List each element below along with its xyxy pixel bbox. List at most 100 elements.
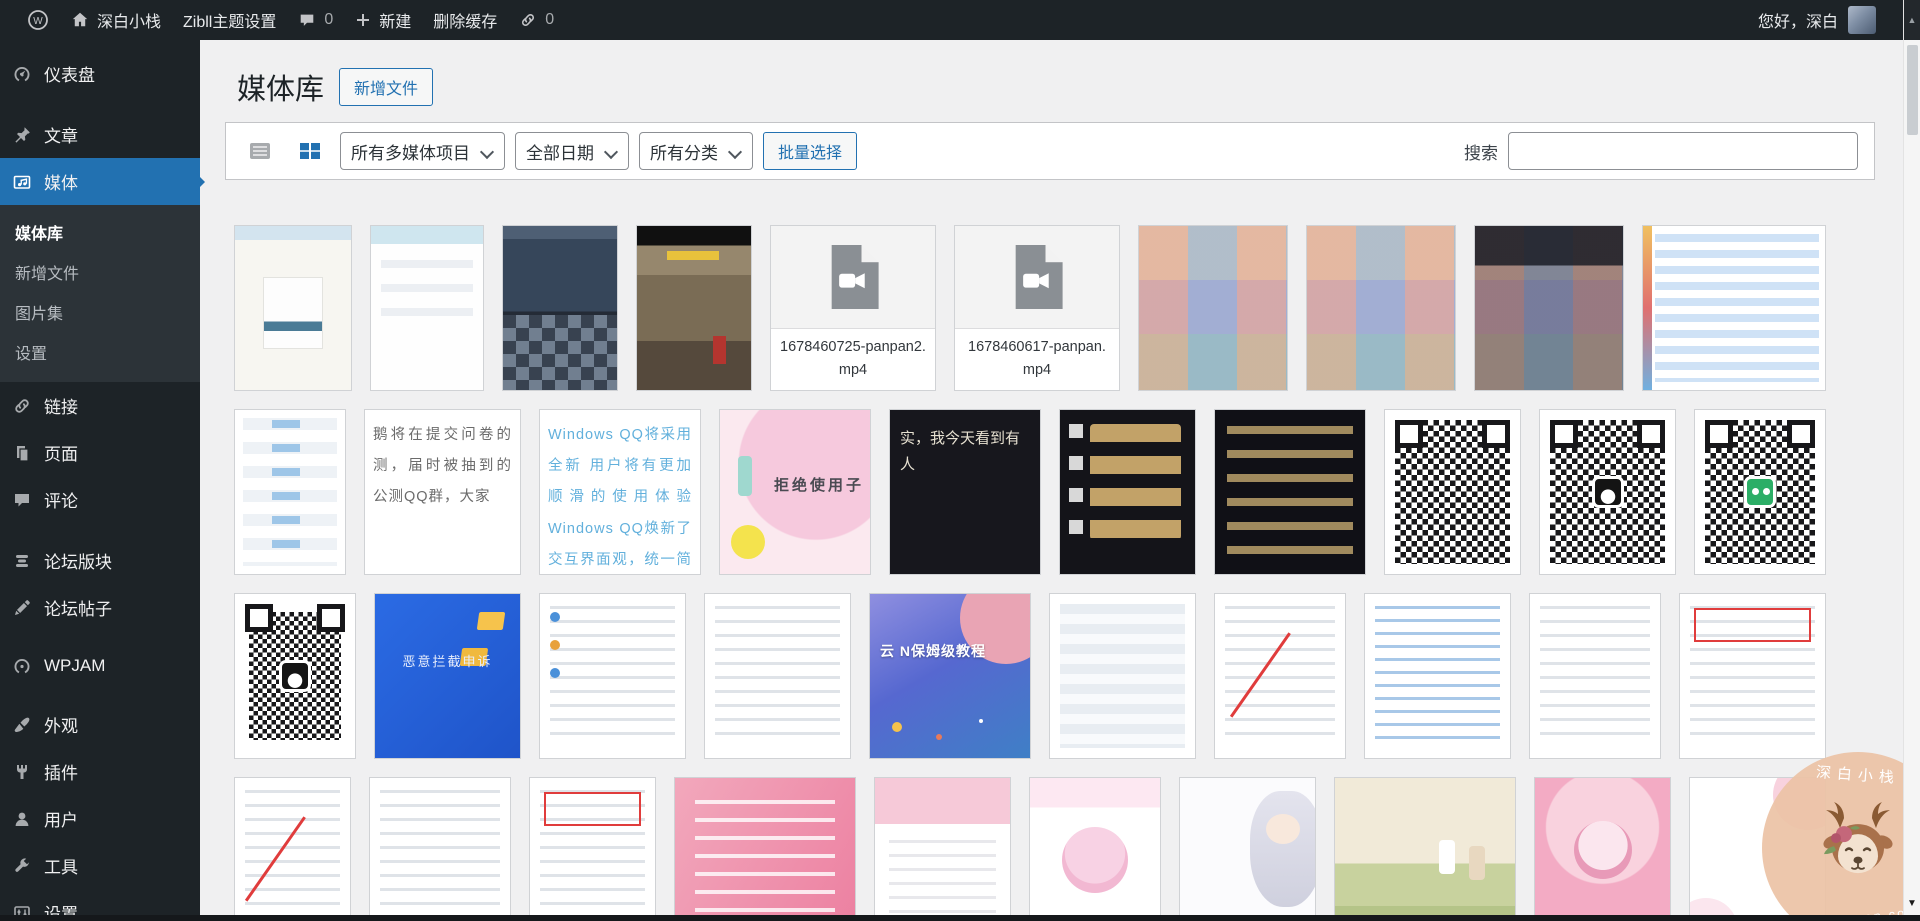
brush-icon xyxy=(12,715,32,735)
media-item-doc-red-box[interactable] xyxy=(1680,594,1825,758)
media-item-doc-text[interactable] xyxy=(705,594,850,758)
watermark-title: 深白小栈 xyxy=(1762,757,1920,791)
media-item-video-file[interactable]: 1678460617-panpan.mp4 xyxy=(955,226,1119,390)
media-item-photo-collage[interactable] xyxy=(1307,226,1455,390)
user-icon xyxy=(12,809,32,829)
list-view-icon xyxy=(249,142,271,160)
sidebar-item-comments[interactable]: 评论 xyxy=(0,476,200,523)
new-content-button[interactable]: 新建 xyxy=(344,0,422,40)
date-filter[interactable]: 全部日期 xyxy=(515,132,629,170)
media-item-pink-card[interactable] xyxy=(875,778,1010,921)
media-item-doc-red-mark[interactable] xyxy=(235,778,350,921)
sidebar-item-plugins[interactable]: 插件 xyxy=(0,748,200,795)
pin-icon xyxy=(12,125,32,145)
media-item-doc-red-box[interactable] xyxy=(530,778,655,921)
media-item-illustration-pink[interactable]: 拒绝使用子 xyxy=(720,410,870,574)
user-greeting[interactable]: 您好，深白 xyxy=(1758,8,1838,32)
media-item-video-file[interactable]: 1678460725-panpan2.mp4 xyxy=(771,226,935,390)
sidebar-item-tools[interactable]: 工具 xyxy=(0,842,200,889)
bulk-select-button[interactable]: 批量选择 xyxy=(763,132,857,170)
forum-posts-icon xyxy=(12,598,32,618)
media-item-code-screenshot[interactable] xyxy=(1643,226,1825,390)
sidebar-item-links[interactable]: 链接 xyxy=(0,382,200,429)
sidebar-item-appearance[interactable]: 外观 xyxy=(0,701,200,748)
pages-icon xyxy=(12,443,32,463)
wpjam-icon xyxy=(12,656,32,676)
dashboard-icon xyxy=(12,64,32,84)
admin-sidebar: 仪表盘 文章 媒体 媒体库 新增文件 图片集 设置 链接 页面 评论 论坛版块 … xyxy=(0,40,200,921)
media-item-doc-chat[interactable] xyxy=(540,594,685,758)
media-item-banner-pink[interactable] xyxy=(675,778,855,921)
vertical-scrollbar[interactable]: ▲ ▼ xyxy=(1903,0,1920,921)
thumbnail-text: Windows QQ将采用全新 用户将有更加顺滑的使用体验 Windows QQ… xyxy=(540,410,700,574)
thumbnail-text: 云 N保姆级教程 xyxy=(870,594,1030,758)
media-item-doc-text[interactable] xyxy=(1530,594,1660,758)
media-item-qr-code-wechat[interactable] xyxy=(1695,410,1825,574)
media-item-anime-white[interactable] xyxy=(1180,778,1315,921)
grid-view-button[interactable] xyxy=(290,132,330,170)
user-avatar[interactable] xyxy=(1848,6,1876,34)
media-item-table-screenshot[interactable] xyxy=(235,410,345,574)
search-input[interactable] xyxy=(1508,132,1858,170)
site-home-link[interactable]: 深白小栈 xyxy=(60,0,172,40)
media-item-chat-dark[interactable]: 实，我今天看到有人 xyxy=(890,410,1040,574)
media-item-chat-dark-gold[interactable] xyxy=(1060,410,1195,574)
sidebar-item-wpjam[interactable]: WPJAM xyxy=(0,645,200,687)
sidebar-item-pages[interactable]: 页面 xyxy=(0,429,200,476)
deer-icon xyxy=(1810,798,1906,894)
sidebar-item-forum-sections[interactable]: 论坛版块 xyxy=(0,537,200,584)
media-item-doc-text[interactable] xyxy=(370,778,510,921)
media-item-photo-collage[interactable] xyxy=(1139,226,1287,390)
comments-indicator[interactable]: 0 xyxy=(287,0,344,40)
media-item-text-note[interactable]: Windows QQ将采用全新 用户将有更加顺滑的使用体验 Windows QQ… xyxy=(540,410,700,574)
sidebar-item-posts[interactable]: 文章 xyxy=(0,111,200,158)
media-item-browser-screenshot[interactable] xyxy=(235,226,351,390)
category-filter[interactable]: 所有分类 xyxy=(639,132,753,170)
scrollbar-thumb[interactable] xyxy=(1907,45,1918,135)
links-indicator[interactable]: 0 xyxy=(508,0,565,40)
media-item-browser-screenshot-2[interactable] xyxy=(371,226,483,390)
media-item-anime-field[interactable] xyxy=(1335,778,1515,921)
wordpress-logo-icon[interactable]: W xyxy=(16,0,60,40)
bottom-edge-strip xyxy=(0,915,1920,921)
media-item-qr-code-qq[interactable] xyxy=(1540,410,1675,574)
sidebar-item-dashboard[interactable]: 仪表盘 xyxy=(0,50,200,97)
video-file-glyph xyxy=(1011,245,1063,309)
media-item-anime-pink[interactable] xyxy=(1030,778,1160,921)
svg-text:W: W xyxy=(33,16,43,27)
sidebar-item-forum-posts[interactable]: 论坛帖子 xyxy=(0,584,200,631)
media-toolbar: 所有多媒体项目 全部日期 所有分类 批量选择 搜索 xyxy=(225,122,1875,180)
list-view-button[interactable] xyxy=(240,132,280,170)
scroll-up-arrow[interactable]: ▲ xyxy=(1904,0,1920,40)
media-item-photo-collage-dark[interactable] xyxy=(1475,226,1623,390)
submenu-settings[interactable]: 设置 xyxy=(0,332,200,372)
media-submenu: 媒体库 新增文件 图片集 设置 xyxy=(0,205,200,382)
video-file-icon xyxy=(955,226,1119,328)
media-type-filter[interactable]: 所有多媒体项目 xyxy=(340,132,505,170)
clear-cache-button[interactable]: 删除缓存 xyxy=(422,0,508,40)
media-item-video-frame[interactable] xyxy=(637,226,751,390)
home-icon xyxy=(71,11,89,29)
submenu-media-library[interactable]: 媒体库 xyxy=(0,212,200,252)
media-item-doc-links[interactable] xyxy=(1365,594,1510,758)
sidebar-item-media[interactable]: 媒体 xyxy=(0,158,200,205)
thumbnail-text: 实，我今天看到有人 xyxy=(890,410,1040,574)
media-item-chat-dark-2[interactable] xyxy=(1215,410,1365,574)
theme-settings-link[interactable]: Zibll主题设置 xyxy=(172,0,287,40)
submenu-galleries[interactable]: 图片集 xyxy=(0,292,200,332)
media-item-doc-table[interactable] xyxy=(1050,594,1195,758)
media-item-qr-code-qq-light[interactable] xyxy=(235,594,355,758)
media-item-text-note[interactable]: 鹅将在提交问卷的测，届时被抽到的公测QQ群，大家 xyxy=(365,410,520,574)
add-new-file-button[interactable]: 新增文件 xyxy=(339,68,433,106)
media-item-doc-red-mark[interactable] xyxy=(1215,594,1345,758)
submenu-add-new[interactable]: 新增文件 xyxy=(0,252,200,292)
media-item-phone-screenshot-dark[interactable] xyxy=(503,226,617,390)
sidebar-item-users[interactable]: 用户 xyxy=(0,795,200,842)
video-file-icon xyxy=(771,226,935,328)
media-item-qr-code[interactable] xyxy=(1385,410,1520,574)
media-item-banner-blue[interactable]: 恶意拦截申诉 xyxy=(375,594,520,758)
media-item-anime-anya[interactable] xyxy=(1535,778,1670,921)
search-label: 搜索 xyxy=(1464,139,1498,164)
media-item-gradient-card[interactable]: 云 N保姆级教程 xyxy=(870,594,1030,758)
scroll-down-arrow[interactable]: ▼ xyxy=(1904,898,1920,909)
